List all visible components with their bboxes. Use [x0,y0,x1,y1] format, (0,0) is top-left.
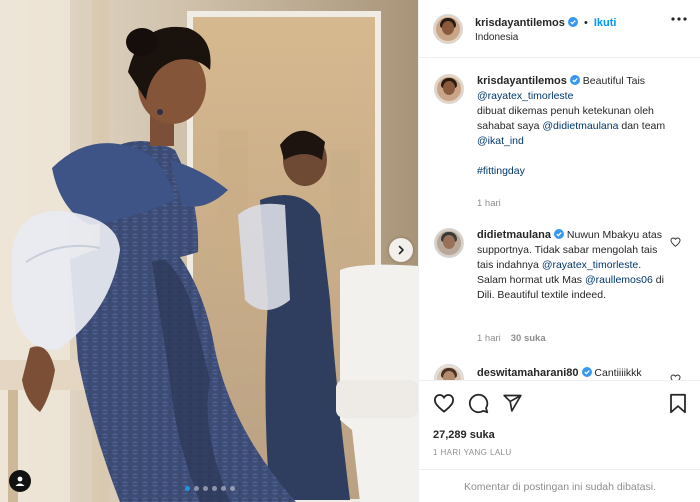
caption-meta: 1 hari [477,198,511,209]
author-avatar[interactable] [433,14,463,44]
carousel-dot [194,486,199,491]
follow-button[interactable]: Ikuti [594,17,617,29]
carousel-dot [203,486,208,491]
comment-likes[interactable]: 30 suka [511,333,546,344]
carousel-dot [221,486,226,491]
mention-link[interactable]: @raullemos06 [585,274,653,286]
user-tag-icon [15,476,25,486]
heart-icon[interactable] [433,393,455,413]
share-icon[interactable] [502,393,523,413]
bookmark-icon[interactable] [669,393,687,414]
mention-link[interactable]: @rayatex_timorleste [542,259,638,271]
caption-title: Beautiful Tais [582,75,646,87]
mention-link[interactable]: @rayatex_timorleste [477,90,573,102]
comments-list[interactable]: krisdayantilemos Beautiful Tais @rayatex… [419,58,700,380]
commenter-avatar[interactable] [434,364,464,380]
mention-link[interactable]: @didietmaulana [542,120,618,132]
verified-badge-icon [569,75,580,85]
comments-disabled-notice: Komentar di postingan ini sudah dibatasi… [419,469,700,502]
post-details-panel: krisdayantilemos • Ikuti Indonesia krisd… [418,0,700,502]
comment-body: Cantiiiikkk [594,367,642,379]
comment-meta: 1 hari 30 suka [477,333,556,344]
comment-item: didietmaulana Nuwun Mbakyu atas supportn… [419,228,700,348]
comment-like-heart-icon[interactable] [670,237,681,247]
author-line: krisdayantilemos • Ikuti [475,17,616,29]
tagged-users-button[interactable] [9,470,31,492]
caption-text: krisdayantilemos Beautiful Tais @rayatex… [477,74,667,179]
chevron-right-icon [398,245,404,255]
caption-username[interactable]: krisdayantilemos [477,75,567,87]
more-icon[interactable] [671,17,687,21]
commenter-username[interactable]: deswitamaharani80 [477,367,579,379]
comment-text: didietmaulana Nuwun Mbakyu atas supportn… [477,228,667,303]
verified-badge-icon [581,367,592,377]
carousel-dot [185,486,190,491]
verified-badge-icon [567,17,578,27]
mention-link[interactable]: @ikat_ind [477,135,524,147]
separator-dot: • [583,17,588,29]
photo-scene [0,0,418,502]
commenter-avatar[interactable] [434,228,464,258]
post-header: krisdayantilemos • Ikuti Indonesia [419,0,700,58]
post-timestamp[interactable]: 1 HARI YANG LALU [433,448,512,457]
author-username[interactable]: krisdayantilemos [475,17,565,29]
caption-avatar[interactable] [434,74,464,104]
carousel-dot [230,486,235,491]
likes-count[interactable]: 27,289 suka [433,429,495,441]
comment-icon[interactable] [468,393,489,414]
comment-item: deswitamaharani80 Cantiiiikkk [419,364,700,380]
post-photo[interactable] [0,0,418,502]
caption-time[interactable]: 1 hari [477,198,501,209]
carousel-next-button[interactable] [389,238,413,262]
verified-badge-icon [553,229,564,239]
caption-body: dan team [621,120,666,132]
carousel-dot [212,486,217,491]
post-actions: 27,289 suka 1 HARI YANG LALU Komentar di… [419,380,700,502]
post-location[interactable]: Indonesia [475,32,518,43]
carousel-indicator [185,486,235,491]
comment-time[interactable]: 1 hari [477,333,501,344]
post-caption: krisdayantilemos Beautiful Tais @rayatex… [419,74,700,224]
hashtag-link[interactable]: #fittingday [477,165,525,177]
commenter-username[interactable]: didietmaulana [477,229,551,241]
comment-text: deswitamaharani80 Cantiiiikkk [477,366,667,380]
